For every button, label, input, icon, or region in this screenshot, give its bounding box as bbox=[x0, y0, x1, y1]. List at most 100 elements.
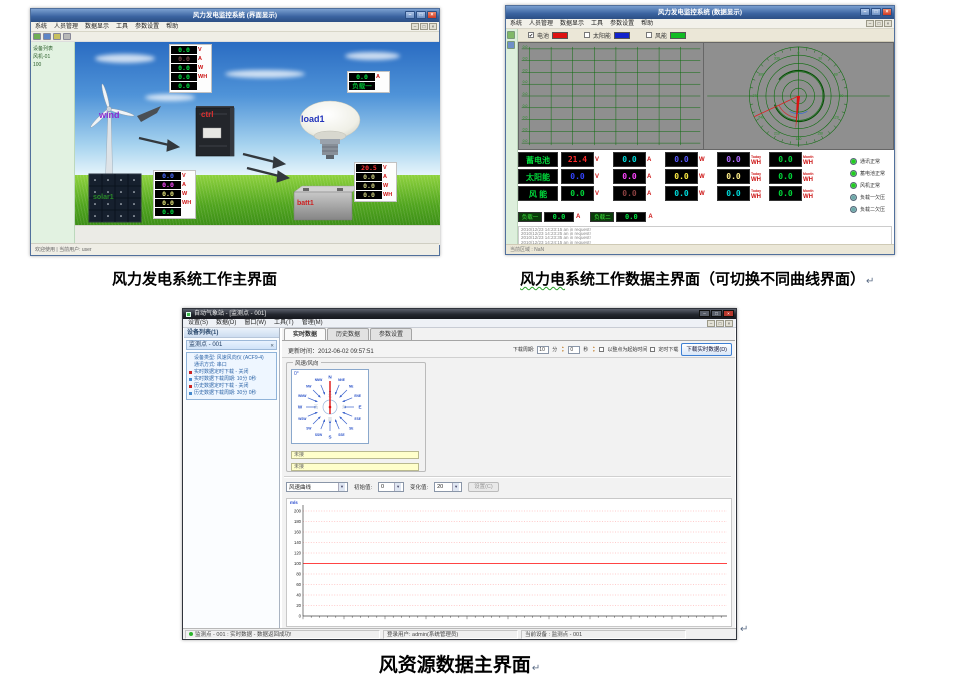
svg-text:E: E bbox=[358, 405, 361, 410]
side-icon-1[interactable] bbox=[507, 31, 515, 39]
voltage-value: 0.0 bbox=[561, 169, 594, 184]
win1-title: 风力发电监控系统 (界面显示) bbox=[193, 12, 277, 19]
device-node[interactable]: 监测点 - 001 ✕ bbox=[186, 340, 277, 350]
y-axis-unit-label: m/s bbox=[290, 500, 298, 505]
maximize-icon[interactable]: □ bbox=[416, 11, 426, 19]
legend-item[interactable]: 风能 bbox=[646, 31, 686, 40]
minimize-icon[interactable]: – bbox=[405, 11, 415, 19]
caption-wind-resource-window: 风资源数据主界面↵ bbox=[182, 650, 737, 677]
svg-text:60: 60 bbox=[296, 582, 301, 587]
curve-select[interactable]: 风速曲线 ▼ bbox=[286, 482, 348, 492]
toolbar-icon-4[interactable] bbox=[63, 33, 71, 40]
set-button[interactable]: 设置(C) bbox=[468, 482, 499, 492]
svg-text:160: 160 bbox=[294, 530, 302, 535]
menu-item[interactable]: 系统 bbox=[510, 19, 522, 28]
tab-parameter-settings[interactable]: 参数设置 bbox=[370, 328, 412, 340]
close-icon[interactable]: × bbox=[723, 310, 734, 317]
delta-label: 变化值: bbox=[410, 483, 428, 491]
tab-history-data[interactable]: 历史数据 bbox=[327, 328, 369, 340]
mdi-close-icon[interactable]: × bbox=[429, 23, 437, 30]
toolbar-icon-1[interactable] bbox=[33, 33, 41, 40]
wind-direction-field[interactable]: 未接 bbox=[291, 463, 419, 471]
menu-item[interactable]: 帮助 bbox=[641, 19, 653, 28]
second-stepper[interactable]: ▲▼ bbox=[591, 346, 596, 353]
meter-row: 0.0 W bbox=[356, 182, 395, 190]
mdi-minimize-icon[interactable]: – bbox=[411, 23, 419, 30]
meter-value: 0.0 bbox=[155, 172, 181, 180]
current-value: 0.0 bbox=[613, 152, 646, 167]
tab-realtime-data[interactable]: 实时数据 bbox=[284, 328, 326, 340]
toolbar-icon-2[interactable] bbox=[43, 33, 51, 40]
legend-item[interactable]: ✔ 电池 bbox=[528, 31, 568, 40]
init-label: 初始值: bbox=[354, 483, 372, 491]
download-realtime-button[interactable]: 下载实时数据(D) bbox=[681, 343, 732, 356]
status-current-device: 当前设备 : 监测点 - 001 bbox=[521, 630, 686, 639]
menu-item[interactable]: 人员管理 bbox=[529, 19, 553, 28]
wind-speed-field[interactable]: 未接 bbox=[291, 451, 419, 459]
event-log[interactable]: 2010/12/23 14:23:15 an in request!2010/1… bbox=[518, 226, 892, 246]
minimize-icon[interactable]: – bbox=[699, 310, 710, 317]
legend-checkbox[interactable] bbox=[584, 32, 590, 38]
menu-item[interactable]: 工具 bbox=[116, 22, 128, 31]
win1-titlebar[interactable]: 风力发电监控系统 (界面显示) – □ × bbox=[31, 9, 439, 22]
tree-item[interactable]: 设备列表 bbox=[33, 45, 72, 53]
legend-color-swatch bbox=[614, 32, 630, 39]
mdi-restore-icon[interactable]: □ bbox=[716, 320, 724, 327]
win2-titlebar[interactable]: 风力发电监控系统 (数据显示) – □ × bbox=[506, 6, 894, 19]
mdi-close-icon[interactable]: × bbox=[725, 320, 733, 327]
menu-item[interactable]: 数据显示 bbox=[85, 22, 109, 31]
toolbar-icon-3[interactable] bbox=[53, 33, 61, 40]
delta-select[interactable]: 20 ▼ bbox=[434, 482, 462, 492]
win1-menubar: 系统人员管理数据显示工具参数设置帮助 bbox=[31, 22, 439, 32]
mdi-minimize-icon[interactable]: – bbox=[707, 320, 715, 327]
maximize-icon[interactable]: □ bbox=[871, 8, 881, 16]
side-icon-2[interactable] bbox=[507, 41, 515, 49]
win3-titlebar[interactable]: 自动气象站 - [监测点 - 001] – □ × bbox=[183, 309, 736, 319]
dropdown-arrow-icon[interactable]: ▼ bbox=[394, 483, 401, 491]
tree-item[interactable]: 100 bbox=[33, 61, 72, 69]
svg-text:ENE: ENE bbox=[354, 394, 361, 398]
indicator: 风机正常 bbox=[850, 182, 896, 189]
menu-item[interactable]: 管理(M) bbox=[302, 319, 323, 327]
menu-item[interactable]: 数据显示 bbox=[560, 19, 584, 28]
menu-item[interactable]: 帮助 bbox=[166, 22, 178, 31]
close-icon[interactable]: × bbox=[427, 11, 437, 19]
hour-align-checkbox[interactable] bbox=[599, 347, 604, 352]
battery-label: batt1 bbox=[297, 200, 314, 207]
menu-item[interactable]: 窗口(W) bbox=[244, 319, 266, 327]
minimize-icon[interactable]: – bbox=[860, 8, 870, 16]
meter-unit: W bbox=[382, 183, 395, 189]
minute-stepper[interactable]: ▲▼ bbox=[560, 346, 565, 353]
load2-value: 0.0 bbox=[616, 212, 646, 222]
mdi-restore-icon[interactable]: □ bbox=[420, 23, 428, 30]
svg-text:NW: NW bbox=[306, 384, 311, 388]
menu-item[interactable]: 系统 bbox=[35, 22, 47, 31]
menu-item[interactable]: 参数设置 bbox=[610, 19, 634, 28]
legend-item[interactable]: 太阳能 bbox=[584, 31, 630, 40]
device-list-header: 设备列表(1) bbox=[184, 328, 279, 338]
menu-item[interactable]: 工具 bbox=[591, 19, 603, 28]
maximize-icon[interactable]: □ bbox=[711, 310, 722, 317]
timed-download-checkbox[interactable] bbox=[650, 347, 655, 352]
tree-item[interactable]: 风机-01 bbox=[33, 53, 72, 61]
mdi-close-icon[interactable]: × bbox=[884, 20, 892, 27]
meter-value: 0.0 bbox=[171, 73, 197, 81]
mdi-restore-icon[interactable]: □ bbox=[875, 20, 883, 27]
menu-item[interactable]: 数据(D) bbox=[216, 319, 236, 327]
menu-item[interactable]: 设置(S) bbox=[188, 319, 208, 327]
dropdown-arrow-icon[interactable]: ▼ bbox=[338, 483, 345, 491]
second-input[interactable]: 0 bbox=[568, 346, 580, 354]
menu-item[interactable]: 参数设置 bbox=[135, 22, 159, 31]
legend-checkbox[interactable]: ✔ bbox=[528, 32, 534, 38]
meter-row: 负载一 bbox=[349, 82, 388, 90]
menu-item[interactable]: 工具(T) bbox=[274, 319, 294, 327]
minute-input[interactable]: 10 bbox=[537, 346, 549, 354]
node-close-icon[interactable]: ✕ bbox=[270, 341, 274, 350]
legend-checkbox[interactable] bbox=[646, 32, 652, 38]
indicator-label: 风机正常 bbox=[860, 182, 880, 189]
init-select[interactable]: 0 ▼ bbox=[378, 482, 404, 492]
mdi-minimize-icon[interactable]: – bbox=[866, 20, 874, 27]
close-icon[interactable]: × bbox=[882, 8, 892, 16]
menu-item[interactable]: 人员管理 bbox=[54, 22, 78, 31]
dropdown-arrow-icon[interactable]: ▼ bbox=[452, 483, 459, 491]
